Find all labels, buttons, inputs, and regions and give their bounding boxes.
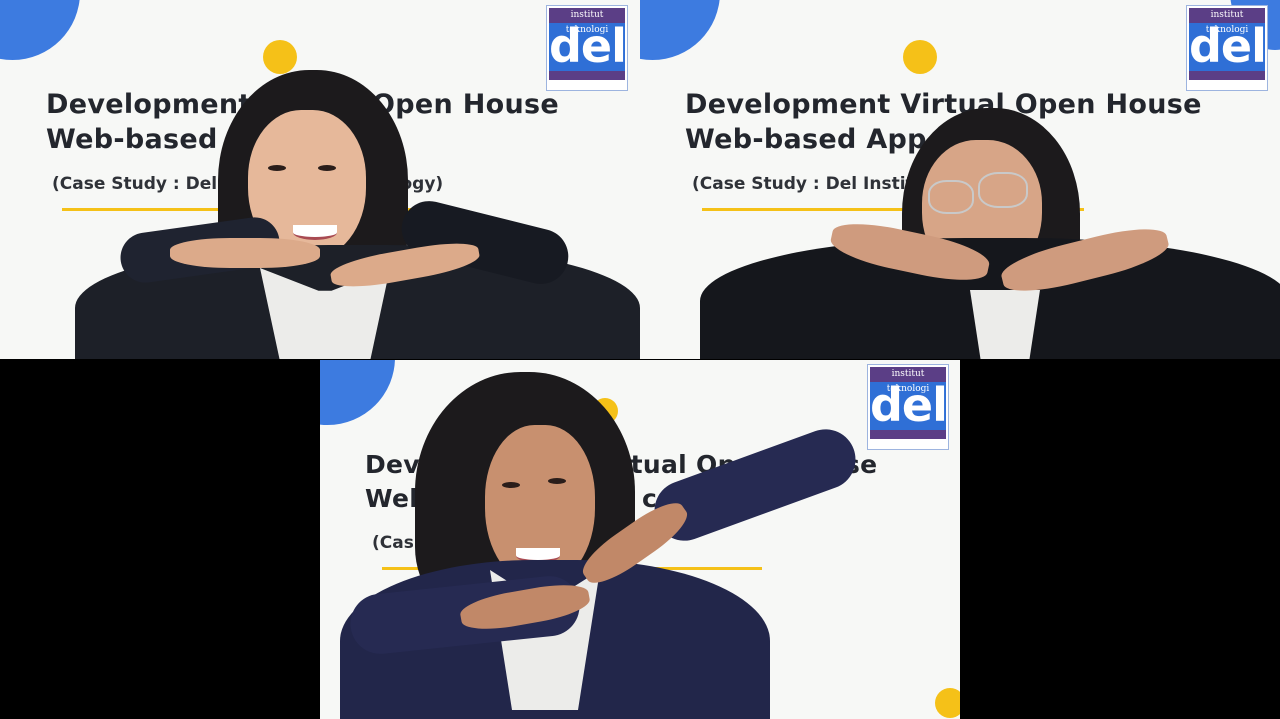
participant-1-figure — [0, 0, 640, 359]
video-tile-participant-2[interactable]: institut teknologi del Development Virtu… — [640, 0, 1280, 359]
eye — [268, 165, 286, 171]
video-tile-participant-3[interactable]: institut teknologi del Devel rtual Op se… — [320, 360, 960, 719]
eye — [318, 165, 336, 171]
participant-2-figure — [640, 0, 1280, 359]
collar — [970, 290, 1040, 359]
hand — [170, 238, 320, 268]
glasses — [928, 180, 974, 214]
smile — [293, 225, 337, 240]
glasses — [978, 172, 1028, 208]
eye — [502, 482, 520, 488]
participant-3-figure — [320, 360, 960, 719]
eye — [548, 478, 566, 484]
video-tile-participant-1[interactable]: institut teknologi del Development Open … — [0, 0, 640, 359]
